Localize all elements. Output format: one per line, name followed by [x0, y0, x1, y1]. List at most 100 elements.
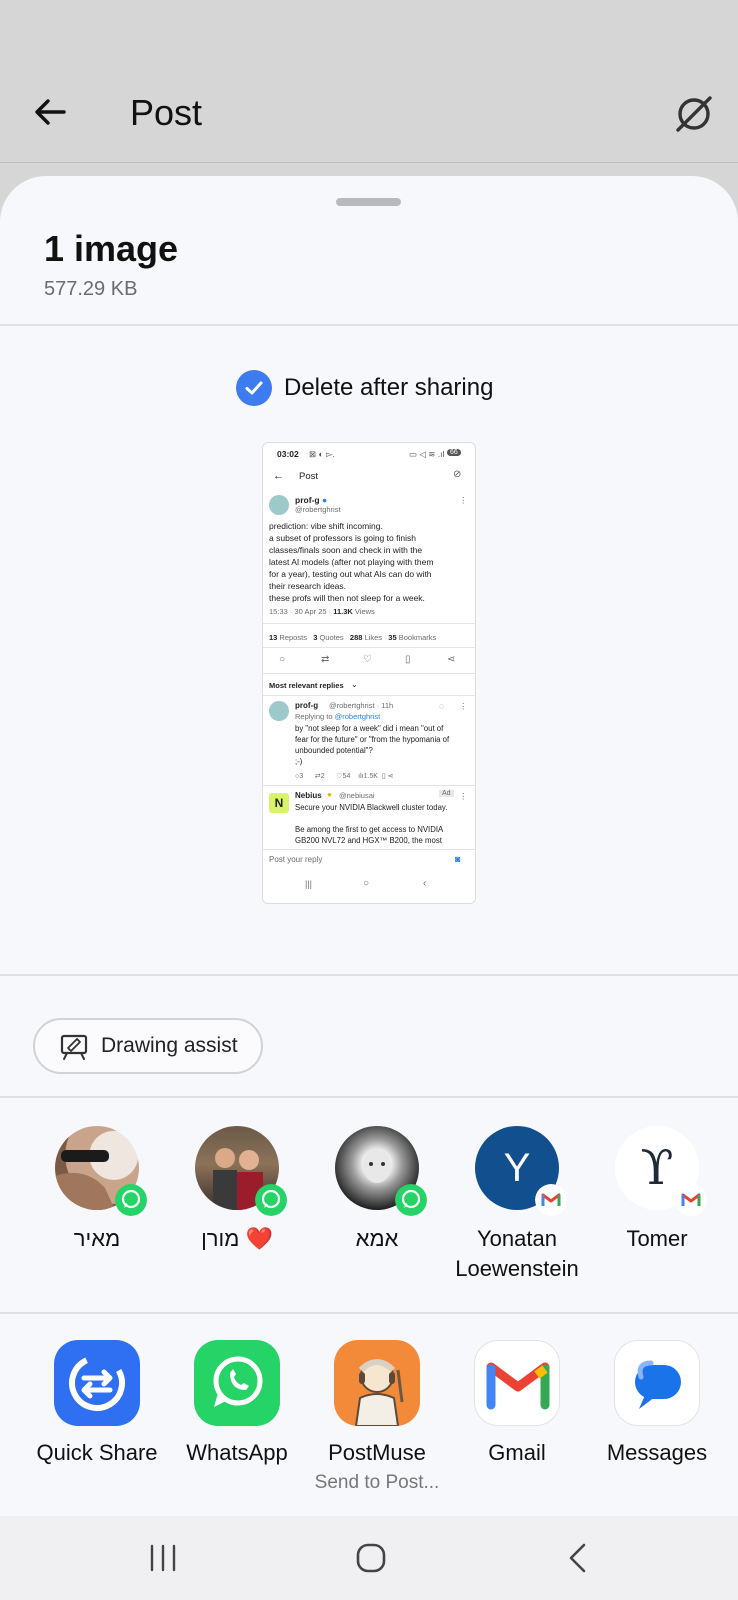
thumb-tweet-line: latest AI models (after not playing with… [269, 557, 434, 567]
thumb-reply-more-icon: ⋮ [459, 701, 468, 711]
thumb-like-icon: ♡ [363, 654, 372, 665]
share-item-size: 577.29 KB [44, 278, 138, 300]
back-icon[interactable] [566, 1542, 590, 1574]
thumb-ad-tag: Ad [439, 790, 454, 797]
thumb-reply-grok-icon: ◌ [439, 701, 445, 711]
postmuse-icon [334, 1340, 420, 1426]
thumb-divider [263, 695, 475, 696]
thumb-divider [263, 623, 475, 624]
thumb-stats: 13 Reposts 3 Quotes 288 Likes 35 Bookmar… [269, 633, 437, 642]
whatsapp-icon [194, 1340, 280, 1426]
page-title: Post [130, 92, 203, 133]
whatsapp-badge-icon [255, 1184, 287, 1216]
recents-icon[interactable] [148, 1544, 178, 1572]
thumb-tweet-line: classes/finals soon and check in with th… [269, 545, 423, 555]
thumb-signal-icons: ▭ ◁ ≋ .ıl [409, 449, 445, 459]
contact-name: מורן ❤️ [201, 1226, 273, 1251]
thumb-tweet-line: these profs will then not sleep for a we… [269, 593, 425, 603]
drawing-assist-button[interactable]: Drawing assist [33, 1018, 263, 1074]
image-preview: 03:02 ⊠ ◐ ▻. ▭ ◁ ≋ .ıl 66 ← Post ⊘ prof-… [262, 442, 476, 904]
contact-ima[interactable]: אמא [307, 1126, 447, 1254]
thumb-author-handle: @robertghrist [295, 505, 341, 514]
app-name: Messages [606, 1440, 708, 1465]
thumb-replies-header: Most relevant replies [269, 681, 344, 690]
thumb-divider [263, 785, 475, 786]
thumb-reply-author: prof-g [295, 701, 319, 710]
avatar [55, 1126, 147, 1216]
thumb-ad-line: GB200 NVL72 and HGX™ B200, the most [295, 836, 442, 845]
back-arrow-icon[interactable] [30, 92, 70, 132]
thumb-title: Post [299, 471, 319, 482]
thumb-repost-icon: ⇄ [321, 654, 330, 665]
share-item-count: 1 image [44, 228, 179, 269]
thumb-status-icons: ⊠ ◐ ▻. [309, 449, 335, 459]
system-navigation-bar [0, 1516, 738, 1600]
thumb-divider [263, 647, 475, 648]
thumb-reply-stats: ○3 ⇄2 ♡54 ılı1.5K ▯ ⋖ [295, 773, 394, 780]
thumb-tweet-line: prediction: vibe shift incoming. [269, 521, 383, 531]
thumb-ad-badge-icon: ● [327, 790, 332, 799]
checkmark-icon [236, 370, 272, 406]
thumb-status-time: 03:02 [277, 449, 299, 459]
thumb-more-icon: ⋮ [459, 495, 468, 505]
thumb-avatar [269, 495, 289, 515]
avatar: Y [475, 1126, 567, 1216]
contact-tomer[interactable]: ϒ Tomer [587, 1126, 727, 1254]
divider [0, 1312, 738, 1314]
thumb-reply-handle: @robertghrist · 11h [329, 701, 394, 710]
app-whatsapp[interactable]: WhatsApp [167, 1340, 307, 1466]
thumb-reply-avatar [269, 701, 289, 721]
app-postmuse[interactable]: PostMuse Send to Post... [307, 1340, 447, 1494]
top-app-bar: Post [0, 0, 738, 163]
delete-after-sharing-checkbox[interactable]: Delete after sharing [236, 368, 493, 408]
thumb-tweet-line: a subset of professors is going to finis… [269, 533, 416, 543]
thumb-chevron-down-icon: ⌄ [351, 680, 358, 689]
thumb-divider [263, 849, 475, 850]
thumb-ad-line: Be among the first to get access to NVID… [295, 825, 444, 834]
thumb-reply-line: fear for the future" or "from the hypoma… [295, 735, 450, 744]
gmail-badge-icon [675, 1184, 707, 1216]
thumb-share-icon: ⋖ [447, 654, 456, 665]
avatar [195, 1126, 287, 1216]
grok-icon[interactable] [670, 90, 718, 138]
verified-icon: ● [322, 495, 328, 505]
app-subtitle: Send to Post... [314, 1472, 440, 1493]
thumb-replying-to: Replying to @robertghrist [295, 712, 381, 721]
drag-handle[interactable] [336, 198, 401, 206]
thumb-reply-placeholder: Post your reply [269, 855, 323, 864]
thumb-tweet-meta: 15:33 · 30 Apr 25 · 11.3K Views [269, 607, 375, 616]
divider [0, 324, 738, 326]
divider [0, 974, 738, 976]
contact-name: מאיר [73, 1226, 121, 1251]
divider [0, 1096, 738, 1098]
avatar: ϒ [615, 1126, 707, 1216]
app-quick-share[interactable]: Quick Share [27, 1340, 167, 1466]
whatsapp-badge-icon [395, 1184, 427, 1216]
gmail-icon [474, 1340, 560, 1426]
contact-name: אמא [355, 1226, 399, 1251]
contact-yonatan-loewenstein[interactable]: Y Yonatan Loewenstein [447, 1126, 587, 1284]
delete-after-sharing-label: Delete after sharing [284, 374, 494, 401]
gmail-badge-icon [535, 1184, 567, 1216]
thumb-reply-line: by "not sleep for a week" did i mean "ou… [295, 724, 444, 733]
thumb-reply-line: ;-) [295, 757, 303, 766]
app-name: Quick Share [36, 1440, 158, 1465]
thumb-battery: 66 [447, 449, 461, 456]
drawing-assist-icon [60, 1034, 88, 1060]
contact-moran[interactable]: מורן ❤️ [167, 1126, 307, 1254]
app-gmail[interactable]: Gmail [447, 1340, 587, 1466]
contact-meir[interactable]: מאיר [27, 1126, 167, 1254]
thumb-author-name: prof-g [295, 495, 320, 505]
app-messages[interactable]: Messages [587, 1340, 727, 1466]
whatsapp-badge-icon [115, 1184, 147, 1216]
thumb-ad-logo: N [269, 793, 289, 813]
quick-share-icon [54, 1340, 140, 1426]
messages-icon [614, 1340, 700, 1426]
thumb-reply-line: unbounded potential"? [295, 746, 373, 755]
thumb-ad-name: Nebius [295, 791, 322, 800]
thumb-ad-more-icon: ⋮ [459, 791, 468, 801]
contact-name: Tomer [626, 1226, 688, 1251]
app-name: Gmail [488, 1440, 546, 1465]
app-name: WhatsApp [186, 1440, 288, 1465]
home-icon[interactable] [355, 1542, 387, 1574]
